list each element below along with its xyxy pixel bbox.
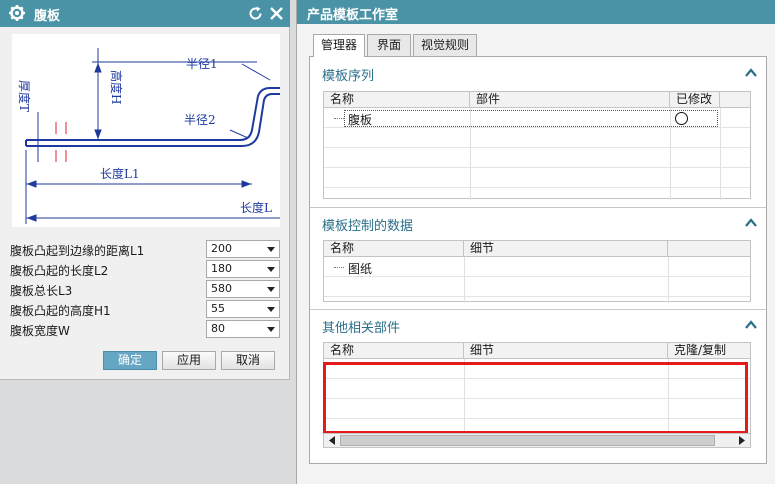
label-radius1: 半径1 <box>186 57 218 71</box>
column-header[interactable]: 部件 <box>470 92 670 108</box>
tab-visual-rules[interactable]: 视觉规则 <box>413 34 477 56</box>
horizontal-scrollbar[interactable] <box>323 433 751 448</box>
section-title: 其他相关部件 <box>322 321 401 336</box>
cancel-button[interactable]: 取消 <box>221 351 275 370</box>
tab-content: 模板序列 名称 部件 已修改 腹板 模板控制的数据 名称 细节 图纸 其他相关部… <box>309 56 767 464</box>
chevron-down-icon <box>267 287 275 292</box>
column-header[interactable]: 名称 <box>324 92 470 108</box>
label-radius2: 半径2 <box>184 113 216 127</box>
combo-value: 80 <box>211 322 225 335</box>
section-header-sequence[interactable]: 模板序列 <box>318 63 758 84</box>
param-l1-combo[interactable]: 200 <box>206 240 280 258</box>
param-row-l2: 腹板凸起的长度L2 180 <box>10 260 282 278</box>
table-header: 名称 细节 克隆/复制 <box>324 343 750 359</box>
param-w-combo[interactable]: 80 <box>206 320 280 338</box>
row-name: 图纸 <box>348 262 373 276</box>
chevron-down-icon <box>267 327 275 332</box>
combo-value: 200 <box>211 242 232 255</box>
panel-titlebar: 产品模板工作室 <box>297 0 775 24</box>
control-data-table: 名称 细节 图纸 <box>323 240 751 303</box>
label-height: 高度H <box>109 70 124 104</box>
label-length1: 长度L1 <box>100 166 140 181</box>
chevron-up-icon[interactable] <box>744 66 758 80</box>
combo-value: 55 <box>211 302 225 315</box>
web-plate-diagram: 厚度T 高度H 半径1 半径2 长度L1 长度L <box>12 34 280 227</box>
ok-button[interactable]: 确定 <box>103 351 157 370</box>
label-length2: 长度L <box>240 200 272 215</box>
scrollbar-thumb[interactable] <box>340 435 715 446</box>
tab-manager[interactable]: 管理器 <box>313 34 365 57</box>
gear-icon[interactable] <box>8 4 26 22</box>
chevron-up-icon[interactable] <box>744 318 758 332</box>
param-row-l1: 腹板凸起到边缘的距离L1 200 <box>10 240 282 258</box>
chevron-down-icon <box>267 267 275 272</box>
column-header[interactable]: 细节 <box>464 241 668 257</box>
chevron-down-icon <box>267 247 275 252</box>
section-title: 模板控制的数据 <box>322 219 414 234</box>
section-title: 模板序列 <box>322 69 375 84</box>
apply-button[interactable]: 应用 <box>162 351 216 370</box>
scroll-left-icon[interactable] <box>325 434 339 447</box>
section-header-related[interactable]: 其他相关部件 <box>318 315 758 336</box>
table-header: 名称 部件 已修改 <box>324 92 750 108</box>
column-header[interactable]: 名称 <box>324 241 464 257</box>
column-header[interactable]: 名称 <box>324 343 464 359</box>
column-header[interactable]: 克隆/复制 <box>668 343 752 359</box>
param-h1-combo[interactable]: 55 <box>206 300 280 318</box>
combo-value: 180 <box>211 262 232 275</box>
chevron-up-icon[interactable] <box>744 216 758 230</box>
table-row[interactable]: 腹板 <box>324 109 750 128</box>
param-label: 腹板总长L3 <box>10 284 73 298</box>
row-name: 腹板 <box>348 113 373 127</box>
table-header: 名称 细节 <box>324 241 750 257</box>
param-label: 腹板凸起的高度H1 <box>10 304 111 318</box>
param-l3-combo[interactable]: 580 <box>206 280 280 298</box>
label-thickness: 厚度T <box>17 80 32 112</box>
web-plate-dialog: 腹板 厚度T 高度H 半径1 半径2 长度L1 长度L 腹板凸起到边缘的距离L1… <box>0 0 290 380</box>
param-label: 腹板凸起到边缘的距离L1 <box>10 244 145 258</box>
close-icon[interactable] <box>268 5 285 22</box>
param-label: 腹板凸起的长度L2 <box>10 264 109 278</box>
panel-body: 管理器 界面 视觉规则 模板序列 名称 部件 已修改 腹板 模板控制的数据 名称… <box>309 34 767 470</box>
panel-title: 产品模板工作室 <box>307 8 399 23</box>
modified-status-icon <box>675 112 688 125</box>
section-header-control[interactable]: 模板控制的数据 <box>318 213 758 234</box>
table-row[interactable]: 图纸 <box>324 258 750 277</box>
column-header[interactable]: 细节 <box>464 343 668 359</box>
template-studio-panel: 产品模板工作室 管理器 界面 视觉规则 模板序列 名称 部件 已修改 腹板 模板… <box>296 0 775 484</box>
param-l2-combo[interactable]: 180 <box>206 260 280 278</box>
reset-icon[interactable] <box>247 5 264 22</box>
highlight-box <box>323 362 748 434</box>
tab-interface[interactable]: 界面 <box>367 34 411 56</box>
combo-value: 580 <box>211 282 232 295</box>
chevron-down-icon <box>267 307 275 312</box>
scroll-right-icon[interactable] <box>735 434 749 447</box>
param-label: 腹板宽度W <box>10 324 70 338</box>
param-row-h1: 腹板凸起的高度H1 55 <box>10 300 282 318</box>
dialog-title: 腹板 <box>34 9 61 24</box>
column-header[interactable]: 已修改 <box>670 92 720 108</box>
dialog-titlebar: 腹板 <box>0 0 290 27</box>
sequence-table: 名称 部件 已修改 腹板 <box>323 91 751 200</box>
param-row-l3: 腹板总长L3 580 <box>10 280 282 298</box>
param-row-w: 腹板宽度W 80 <box>10 320 282 338</box>
